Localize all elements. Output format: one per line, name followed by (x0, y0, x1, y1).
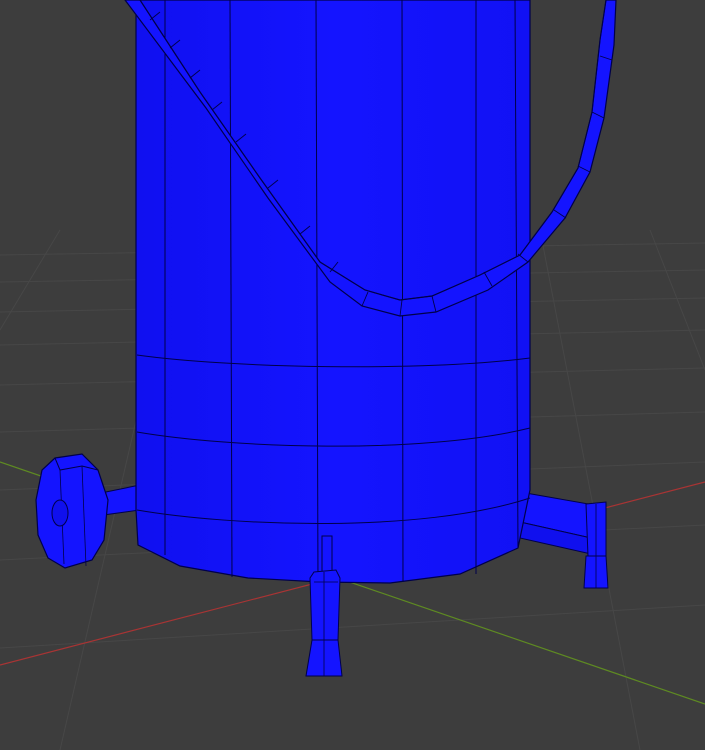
leg-back-small[interactable] (321, 535, 333, 576)
leg-front[interactable] (305, 569, 343, 677)
wheel-rim (35, 453, 109, 569)
viewport-canvas[interactable] (0, 0, 705, 750)
3d-viewport[interactable] (0, 0, 705, 750)
wheel-hub (51, 499, 69, 527)
